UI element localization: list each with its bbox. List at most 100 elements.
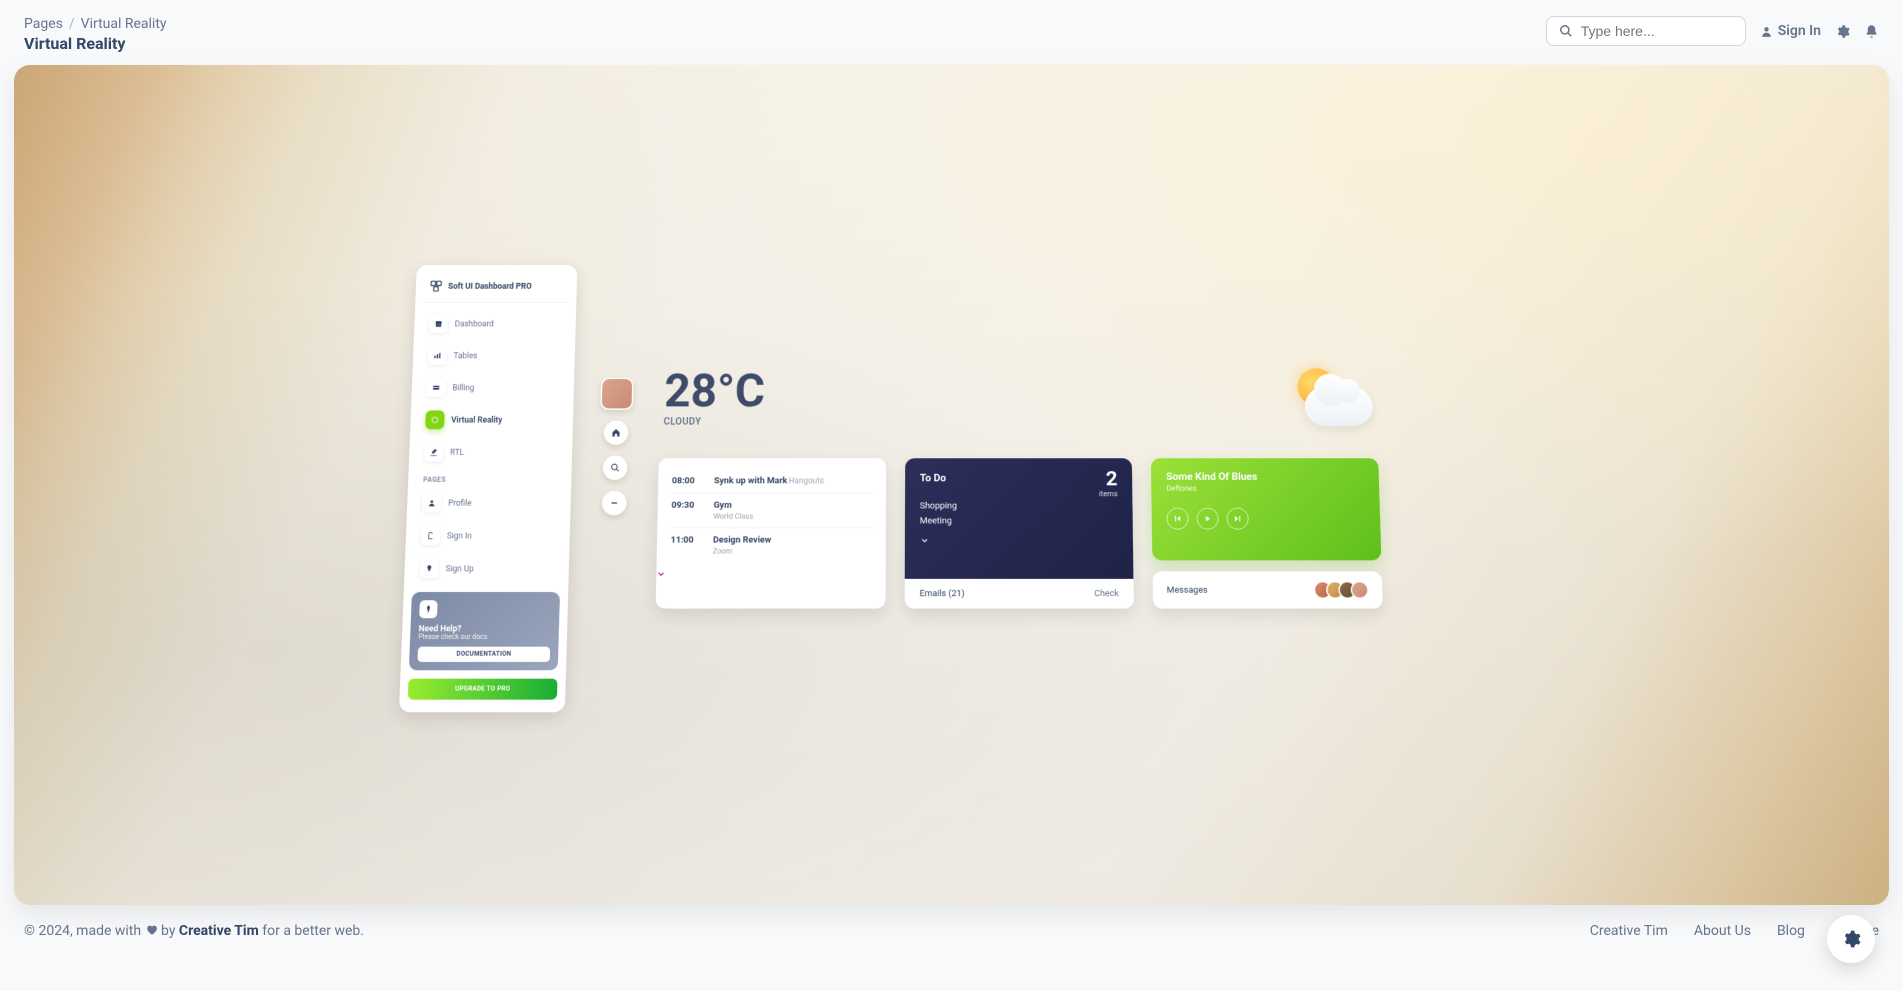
schedule-time: 08:00 [671, 476, 702, 486]
quick-column [597, 378, 633, 516]
nav-profile[interactable]: Profile [414, 488, 562, 518]
footer-text: by [161, 923, 179, 939]
help-title: Need Help? [418, 624, 550, 634]
help-sub: Please check our docs [418, 633, 550, 641]
todo-item: Shopping [919, 499, 1117, 514]
play-button[interactable] [1196, 508, 1218, 530]
doc-icon [420, 526, 440, 545]
todo-expand[interactable] [919, 529, 1118, 545]
nav-label: Sign In [446, 531, 471, 541]
topbar: Pages / Virtual Reality Virtual Reality … [0, 0, 1903, 65]
signin-label: Sign In [1778, 23, 1821, 39]
todo-count-label: items [1098, 489, 1117, 498]
breadcrumb-sep: / [69, 16, 75, 32]
footer-link[interactable]: About Us [1694, 923, 1751, 939]
nav-label: Dashboard [454, 319, 493, 328]
heart-icon [145, 923, 158, 939]
todo-count: 2 items [1098, 469, 1117, 498]
next-icon [1233, 515, 1241, 523]
prev-button[interactable] [1166, 508, 1188, 530]
card-icon [426, 378, 446, 397]
nav-section-pages: PAGES [416, 470, 563, 488]
schedule-sub: Zoom [712, 547, 871, 556]
emails-row[interactable]: Emails (21) Check [904, 579, 1134, 609]
main-column: 28°C CLOUDY 08:00 Synk up with MarkHang [655, 265, 1500, 608]
user-icon [1760, 25, 1773, 38]
sidebar: Soft UI Dashboard PRO Dashboard Tables B… [398, 265, 576, 712]
nav-rtl[interactable]: RTL [416, 437, 564, 467]
home-button[interactable] [603, 421, 628, 445]
todo-title: To Do [919, 472, 1117, 484]
footer-left: © 2024, made with by Creative Tim for a … [24, 923, 364, 939]
messages-label: Messages [1166, 585, 1207, 595]
todo-item: Meeting [919, 514, 1117, 529]
schedule-item[interactable]: 08:00 Synk up with MarkHangouts [671, 469, 872, 493]
nav-signup[interactable]: Sign Up [412, 554, 561, 584]
weather-icon [1276, 364, 1372, 431]
gear-icon[interactable] [1835, 24, 1850, 39]
minimize-button[interactable] [601, 491, 626, 515]
nav-signin[interactable]: Sign In [413, 521, 561, 551]
nav-vr[interactable]: Virtual Reality [418, 405, 565, 435]
avatar-icon [1350, 581, 1368, 599]
nav-label: Profile [447, 498, 471, 508]
music-artist: Deftones [1166, 484, 1364, 493]
messages-card[interactable]: Messages [1152, 571, 1382, 608]
rocket-icon [419, 559, 439, 578]
schedule-time: 09:30 [671, 500, 703, 520]
cards-row: 08:00 Synk up with MarkHangouts 09:30 Gy… [655, 458, 1382, 608]
home-icon [611, 428, 621, 437]
search-icon [610, 463, 620, 472]
documentation-button[interactable]: DOCUMENTATION [417, 647, 550, 662]
upgrade-button[interactable]: UPGRADE TO PRO [407, 679, 557, 700]
page-title: Virtual Reality [24, 34, 167, 53]
check-link[interactable]: Check [1094, 589, 1119, 599]
gear-icon [1841, 929, 1861, 949]
weather-text: 28°C CLOUDY [663, 368, 765, 427]
schedule-card: 08:00 Synk up with MarkHangouts 09:30 Gy… [655, 458, 885, 608]
nav-billing[interactable]: Billing [419, 373, 566, 402]
bell-icon[interactable] [1864, 24, 1879, 39]
search-button[interactable] [602, 456, 627, 480]
footer-link[interactable]: Blog [1777, 923, 1805, 939]
profile-icon [421, 493, 441, 512]
schedule-item[interactable]: 11:00 Design Review Zoom [670, 528, 872, 562]
search-icon [1559, 24, 1573, 38]
footer: © 2024, made with by Creative Tim for a … [0, 905, 1903, 957]
schedule-sub: World Class [713, 512, 872, 521]
signin-link[interactable]: Sign In [1760, 23, 1821, 39]
schedule-expand[interactable] [656, 565, 885, 583]
condition: CLOUDY [663, 416, 764, 427]
stats-icon [427, 346, 447, 365]
chevron-down-icon [656, 569, 885, 579]
music-controls [1166, 508, 1365, 530]
nav-tables[interactable]: Tables [420, 341, 566, 370]
brand-logo-icon [429, 280, 443, 293]
todo-count-num: 2 [1098, 469, 1117, 489]
nav-label: Virtual Reality [451, 415, 502, 424]
sidebar-brand[interactable]: Soft UI Dashboard PRO [423, 277, 569, 303]
search-wrap[interactable] [1546, 16, 1746, 46]
nav-label: Billing [452, 383, 474, 392]
footer-link[interactable]: Creative Tim [1590, 923, 1668, 939]
temperature: 28°C [663, 368, 764, 413]
settings-fab[interactable] [1827, 915, 1875, 963]
next-button[interactable] [1226, 508, 1248, 530]
todo-card: To Do 2 items Shopping Meeting [904, 458, 1134, 608]
play-icon [1203, 515, 1211, 523]
nav-label: Tables [453, 351, 477, 360]
footer-brand[interactable]: Creative Tim [179, 923, 259, 939]
avatar[interactable] [600, 378, 633, 410]
nav-dashboard[interactable]: Dashboard [421, 309, 567, 338]
vr-inner: Soft UI Dashboard PRO Dashboard Tables B… [398, 265, 1504, 712]
breadcrumb-root[interactable]: Pages [24, 16, 63, 32]
schedule-title: Gym [713, 500, 872, 510]
message-avatars [1313, 581, 1368, 599]
footer-text: © 2024, made with [24, 923, 145, 939]
nav-label: RTL [449, 447, 463, 456]
schedule-item[interactable]: 09:30 Gym World Class [670, 493, 871, 528]
search-input[interactable] [1581, 23, 1733, 39]
brand-name: Soft UI Dashboard PRO [447, 282, 531, 291]
schedule-title: Synk up with MarkHangouts [713, 476, 871, 486]
todo-items: Shopping Meeting [919, 499, 1117, 529]
